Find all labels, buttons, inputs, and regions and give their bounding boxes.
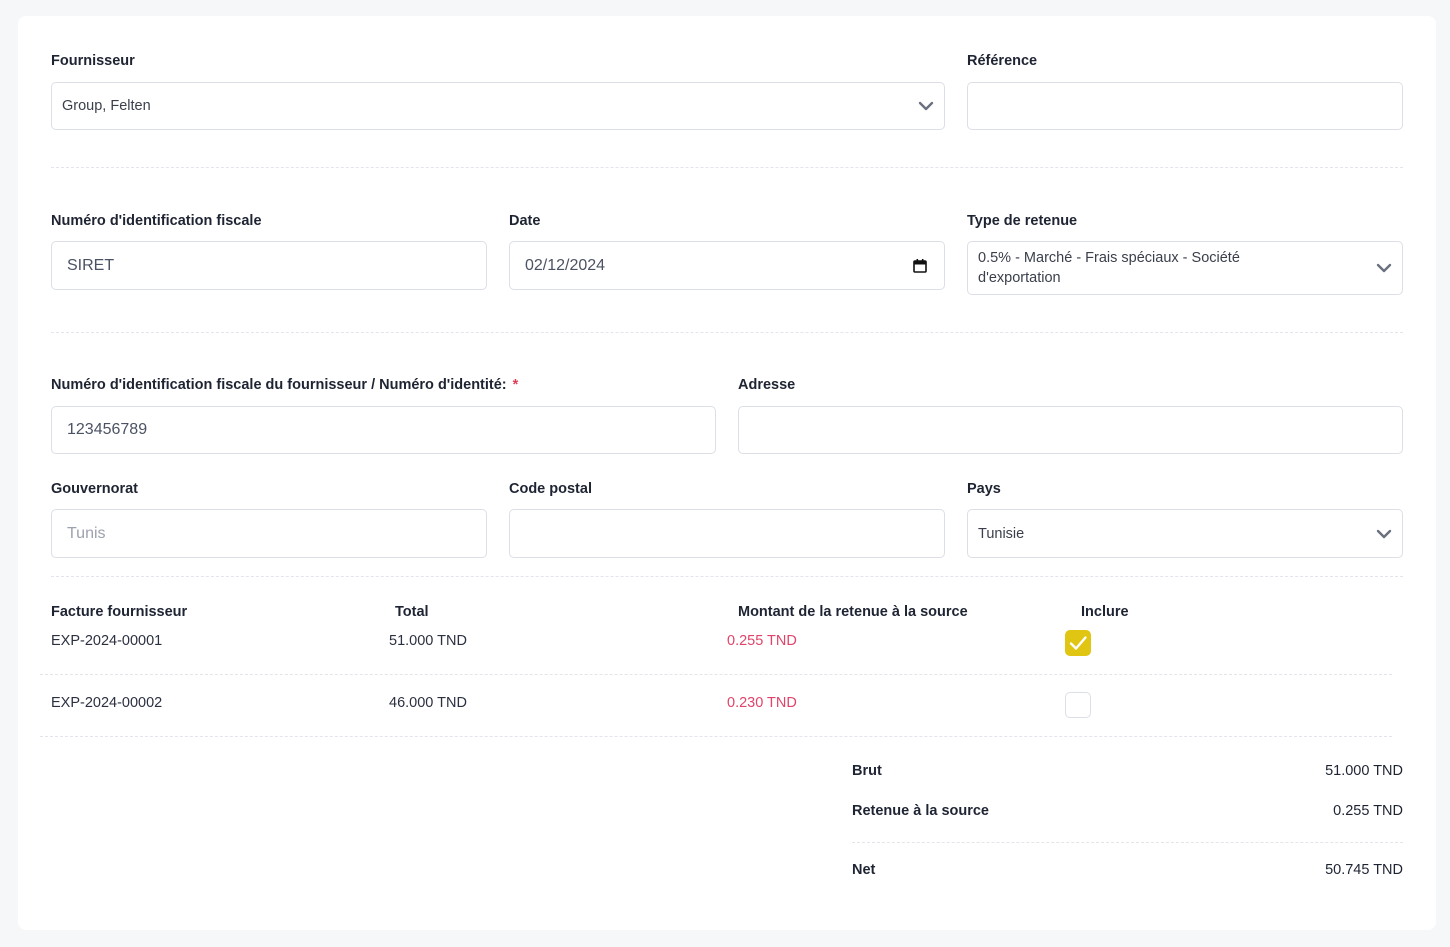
address-label: Adresse <box>738 377 796 393</box>
divider <box>51 332 1403 333</box>
reference-label: Référence <box>967 53 1038 69</box>
gross-value: 51.000 TND <box>1325 763 1403 779</box>
withholding-type-select[interactable]: 0.5% - Marché - Frais spéciaux - Société… <box>967 241 1403 295</box>
governorate-input[interactable]: Tunis <box>51 509 487 558</box>
country-label: Pays <box>967 481 1001 497</box>
country-value: Tunisie <box>978 525 1025 542</box>
chevron-down-icon <box>918 101 934 111</box>
withholding-label: Retenue à la source <box>852 803 989 816</box>
form-card: Fournisseur Group, Felten Référence Numé… <box>18 16 1436 930</box>
invoice-total: 46.000 TND <box>389 695 467 711</box>
divider <box>51 576 1403 577</box>
col-header-withholding: Montant de la retenue à la source <box>738 604 968 620</box>
col-header-invoice: Facture fournisseur <box>51 604 188 620</box>
country-select[interactable]: Tunisie <box>967 509 1403 558</box>
governorate-label: Gouvernorat <box>51 481 139 497</box>
supplier-tax-id-label-text: Numéro d'identification fiscale du fourn… <box>51 377 507 393</box>
withholding-summary-row: Retenue à la source 0.255 TND <box>852 802 1403 816</box>
date-value: 02/12/2024 <box>525 256 606 274</box>
tax-id-input[interactable]: SIRET <box>51 241 487 290</box>
net-label: Net <box>852 862 876 878</box>
supplier-value: Group, Felten <box>62 98 151 114</box>
row-divider <box>40 736 1392 737</box>
invoice-number: EXP-2024-00002 <box>51 695 163 711</box>
withholding-type-value: 0.5% - Marché - Frais spéciaux - Société… <box>978 250 1240 286</box>
reference-input[interactable] <box>967 82 1403 130</box>
net-value: 50.745 TND <box>1325 862 1403 878</box>
withholding-type-label: Type de retenue <box>967 213 1078 229</box>
governorate-placeholder: Tunis <box>67 524 106 542</box>
supplier-select[interactable]: Group, Felten <box>51 82 945 130</box>
invoice-total: 51.000 TND <box>389 633 467 649</box>
postal-code-input[interactable] <box>509 509 945 558</box>
required-mark: * <box>512 377 519 393</box>
supplier-tax-id-label: Numéro d'identification fiscale du fourn… <box>51 377 518 393</box>
summary-divider <box>852 842 1403 843</box>
supplier-tax-id-value: 123456789 <box>67 421 148 438</box>
include-checkbox[interactable] <box>1065 692 1091 718</box>
calendar-icon[interactable] <box>913 258 927 273</box>
address-input[interactable] <box>738 406 1403 454</box>
withholding-value: 0.255 TND <box>1333 803 1403 816</box>
invoice-number: EXP-2024-00001 <box>51 633 163 649</box>
supplier-label: Fournisseur <box>51 53 135 69</box>
check-icon <box>1069 636 1087 650</box>
tax-id-value: SIRET <box>67 256 115 274</box>
divider <box>51 167 1403 168</box>
invoice-withholding: 0.230 TND <box>727 695 797 711</box>
col-header-include: Inclure <box>1081 604 1129 620</box>
col-header-total: Total <box>395 604 429 620</box>
date-input[interactable]: 02/12/2024 <box>509 241 945 290</box>
row-divider <box>40 674 1392 675</box>
gross-label: Brut <box>852 763 882 779</box>
tax-id-label: Numéro d'identification fiscale <box>51 213 262 229</box>
invoice-withholding: 0.255 TND <box>727 633 797 649</box>
chevron-down-icon <box>1376 529 1392 538</box>
include-checkbox[interactable] <box>1065 630 1091 656</box>
date-label: Date <box>509 213 541 229</box>
supplier-tax-id-input[interactable]: 123456789 <box>51 406 716 454</box>
chevron-down-icon <box>1376 263 1392 273</box>
postal-code-label: Code postal <box>509 481 592 497</box>
